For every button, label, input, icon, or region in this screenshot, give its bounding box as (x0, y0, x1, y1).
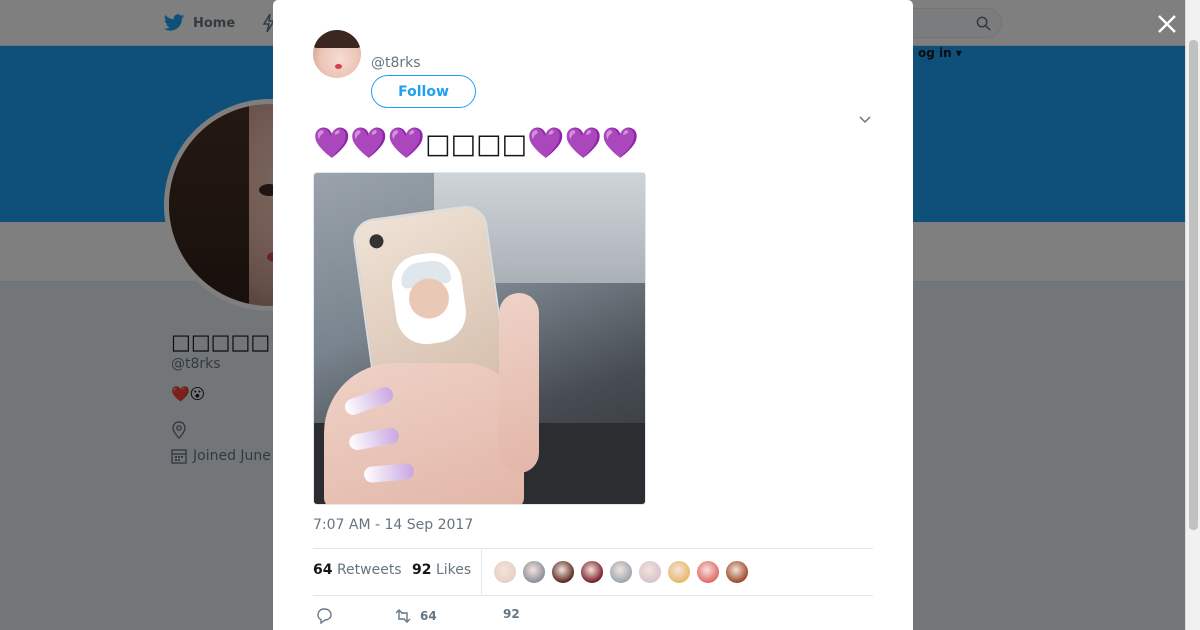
retweet-button[interactable]: 64 (394, 607, 437, 625)
tweet-text-middle: □□□□ (425, 129, 528, 160)
page-scrollbar[interactable] (1185, 0, 1200, 630)
liker-avatar[interactable] (522, 560, 546, 584)
retweet-count: 64 (420, 609, 437, 623)
liker-avatar[interactable] (667, 560, 691, 584)
reply-button[interactable] (315, 607, 341, 625)
tweet-timestamp[interactable]: 7:07 AM - 14 Sep 2017 (313, 517, 473, 533)
like-button[interactable]: 92 (481, 607, 520, 621)
tweet-text-hearts-left: 💜💜💜 (313, 126, 426, 161)
likes-stat[interactable]: 92 Likes (412, 562, 471, 578)
tweet-text-hearts-right: 💜💜💜 (527, 126, 640, 161)
scrollbar-thumb[interactable] (1189, 40, 1198, 530)
liker-avatar[interactable] (493, 560, 517, 584)
liker-avatar[interactable] (638, 560, 662, 584)
retweets-stat[interactable]: 64 Retweets (313, 562, 402, 578)
liker-avatar[interactable] (551, 560, 575, 584)
tweet-text: 💜💜💜□□□□💜💜💜 (313, 125, 639, 164)
retweet-icon (395, 609, 411, 623)
chevron-down-icon[interactable] (858, 112, 872, 126)
liker-avatars (493, 560, 749, 584)
tweet-actions: 64 92 (313, 605, 873, 630)
liker-avatar[interactable] (580, 560, 604, 584)
author-handle[interactable]: @t8rks (371, 55, 421, 71)
author-avatar[interactable] (313, 30, 361, 78)
tweet-modal: @t8rks Follow 💜💜💜□□□□💜💜💜 iPhone 7:07 AM … (273, 0, 913, 630)
close-icon[interactable] (1153, 10, 1181, 38)
follow-button[interactable]: Follow (371, 75, 476, 108)
retweets-label: Retweets (336, 562, 402, 578)
retweets-count: 64 (313, 562, 333, 578)
likes-label: Likes (435, 562, 472, 578)
reply-icon (317, 608, 332, 625)
liker-avatar[interactable] (609, 560, 633, 584)
liker-avatar[interactable] (725, 560, 749, 584)
tweet-stats: 64 Retweets 92 Likes (313, 548, 873, 596)
like-count: 92 (503, 607, 520, 621)
likes-count: 92 (412, 562, 432, 578)
tweet-photo[interactable]: iPhone (313, 172, 646, 505)
liker-avatar[interactable] (696, 560, 720, 584)
